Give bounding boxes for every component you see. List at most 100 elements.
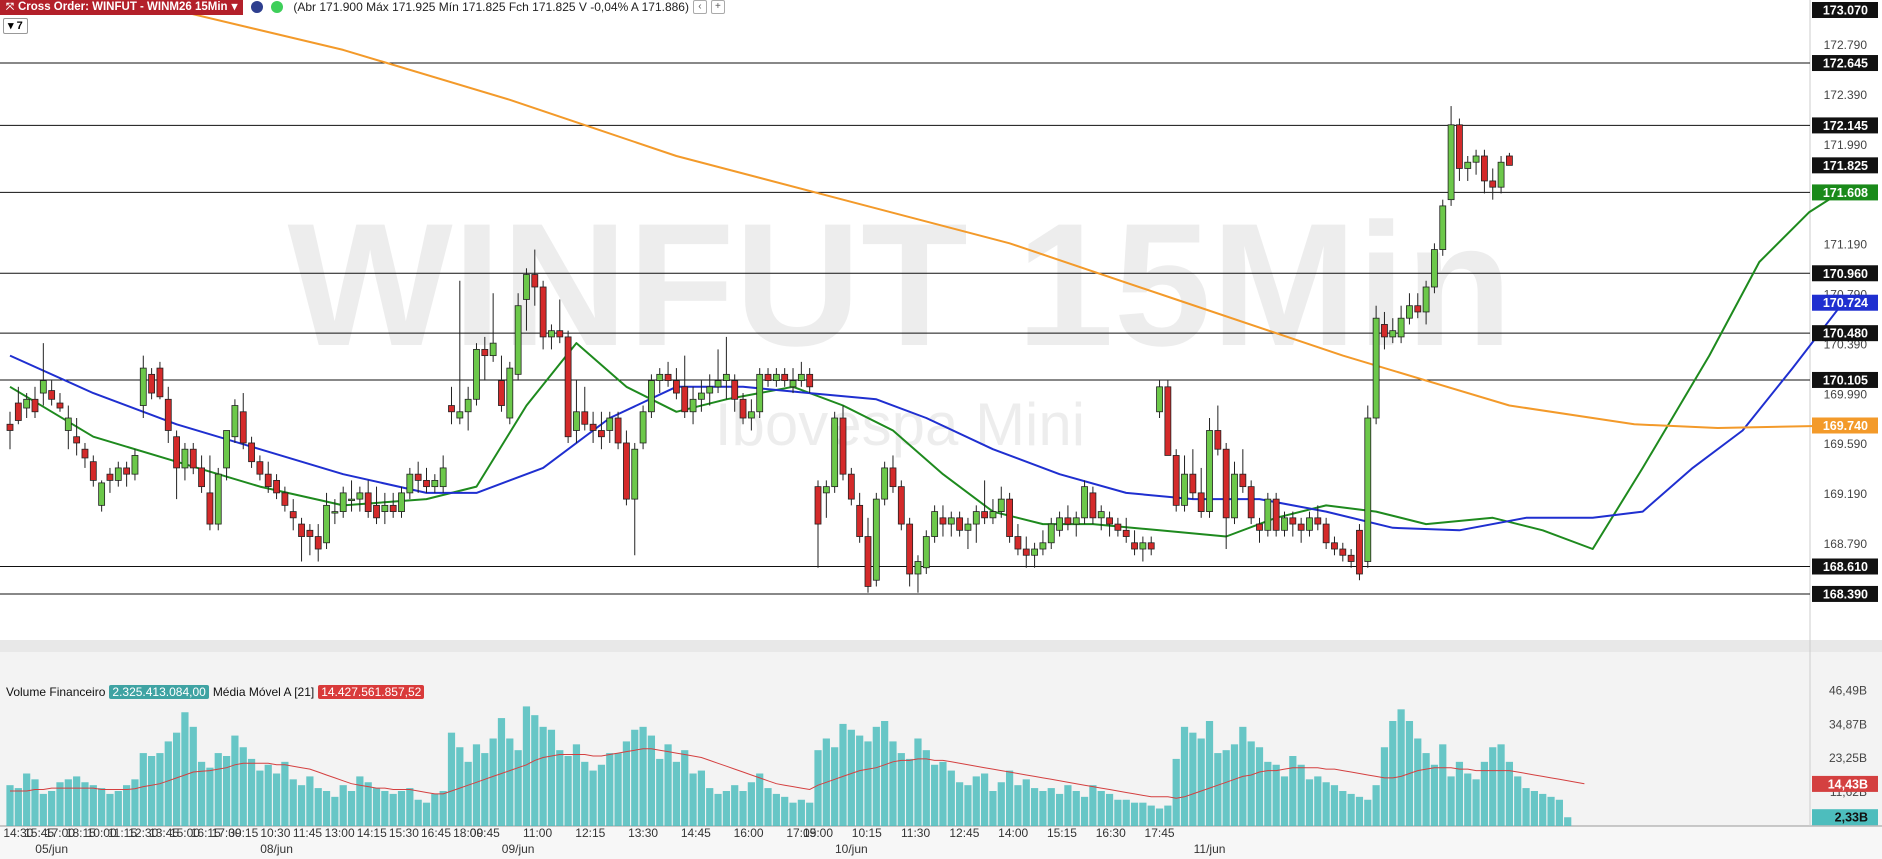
candle-body xyxy=(331,511,339,514)
collapse-button[interactable]: ‹ xyxy=(692,0,707,14)
volume-bar xyxy=(1089,785,1097,826)
candle-body xyxy=(181,448,189,469)
candle-body xyxy=(189,448,197,469)
chart-window: WINFUT 15Min Ibovespa Mini 173.070 172.790 1… xyxy=(0,0,1882,859)
candle-body xyxy=(1039,542,1047,550)
candle-body xyxy=(14,402,22,421)
time-tick-label: 14:00 xyxy=(998,826,1028,840)
volume-bar xyxy=(756,773,764,826)
candle-body xyxy=(864,536,872,587)
candle-body xyxy=(1122,529,1130,537)
candle-body xyxy=(1189,473,1197,494)
time-tick-label: 09:00 xyxy=(803,826,833,840)
candle-body xyxy=(556,330,564,338)
volume-bar xyxy=(572,744,581,826)
volume-bar xyxy=(406,788,414,826)
candle-body xyxy=(298,523,305,537)
volume-bar xyxy=(331,796,339,826)
volume-bar xyxy=(856,735,864,826)
candle-body xyxy=(381,504,389,512)
volume-bar xyxy=(739,791,747,826)
candle-body xyxy=(1414,305,1422,313)
candle-body xyxy=(1239,473,1247,488)
candle-body xyxy=(839,417,847,475)
exchange-icon[interactable] xyxy=(251,1,264,13)
candle-body xyxy=(231,405,239,438)
volume-bar xyxy=(1097,791,1105,826)
candle-body xyxy=(1031,548,1038,556)
candle-body xyxy=(98,482,106,506)
volume-bar xyxy=(864,741,872,826)
volume-bar xyxy=(314,788,322,826)
candle-body xyxy=(1264,498,1272,531)
candle-body xyxy=(739,398,747,419)
candle-body xyxy=(156,367,164,398)
candle-body xyxy=(198,467,205,488)
price-tag-label: 170.960 xyxy=(1823,267,1868,281)
candle-body xyxy=(564,336,572,438)
candle-body xyxy=(1281,517,1288,531)
volume-bar xyxy=(714,793,722,826)
candle-body xyxy=(1181,473,1188,506)
cross-order-button[interactable]: ⤧ Cross Order: WINFUT - WINM26 15Min ▾ xyxy=(0,0,244,15)
volume-bar xyxy=(547,729,556,826)
volume-bar xyxy=(1039,791,1047,826)
status-dot-icon xyxy=(271,1,284,13)
candle-body xyxy=(273,479,280,494)
candle-body xyxy=(1314,517,1322,525)
time-tick-label: 13:00 xyxy=(325,826,355,840)
candle-body xyxy=(1464,161,1472,169)
candle-body xyxy=(1222,448,1230,519)
time-tick-label: 14:45 xyxy=(681,826,711,840)
timeframe-selector[interactable]: ▾ 7 xyxy=(3,18,28,34)
volume-bar xyxy=(489,738,497,826)
candle-body xyxy=(473,348,480,400)
candle-body xyxy=(431,479,439,488)
volume-bar xyxy=(689,773,697,826)
candle-body xyxy=(348,498,355,502)
day-label: 10/jun xyxy=(835,842,868,856)
time-tick-label: 14:15 xyxy=(357,826,387,840)
candle-body xyxy=(1364,417,1372,562)
candle-body xyxy=(847,473,855,500)
volume-bar xyxy=(481,753,489,826)
candle-body xyxy=(981,511,989,519)
candle-body xyxy=(31,398,39,413)
candle-body xyxy=(789,380,797,388)
day-label: 08/jun xyxy=(260,842,293,856)
volume-bar xyxy=(1072,791,1080,826)
candle-body xyxy=(531,274,539,288)
volume-bar xyxy=(131,779,139,826)
time-tick-label: 12:15 xyxy=(575,826,605,840)
volume-bar xyxy=(422,802,431,826)
candle-body xyxy=(56,402,64,409)
candle-body xyxy=(697,392,705,400)
volume-bar xyxy=(1547,796,1555,826)
candle-body xyxy=(481,348,489,357)
volume-bar xyxy=(614,753,622,826)
cross-order-label: Cross Order: WINFUT - WINM26 15Min xyxy=(18,0,228,13)
volume-bar xyxy=(414,799,422,826)
candle-body xyxy=(48,390,56,400)
add-indicator-button[interactable]: + xyxy=(710,0,725,14)
volume-bar xyxy=(31,779,39,826)
volume-bar xyxy=(922,750,930,826)
candle-body xyxy=(931,511,939,537)
volume-bar xyxy=(1339,791,1347,826)
volume-bar xyxy=(64,779,72,826)
candle-body xyxy=(1347,554,1355,562)
volume-bar xyxy=(431,793,439,826)
candle-body xyxy=(831,417,839,488)
candle-body xyxy=(581,411,589,425)
candle-body xyxy=(1014,536,1022,550)
candle-body xyxy=(1206,430,1213,512)
candle-body xyxy=(514,305,522,375)
price-tag-label: 170.480 xyxy=(1823,327,1868,341)
candle-body xyxy=(722,373,730,381)
panel-divider xyxy=(0,640,1882,652)
candle-body xyxy=(1081,486,1088,519)
volume-bar xyxy=(672,761,680,826)
volume-bar xyxy=(506,738,514,826)
volume-bar xyxy=(797,799,805,826)
candle-body xyxy=(1097,511,1105,519)
